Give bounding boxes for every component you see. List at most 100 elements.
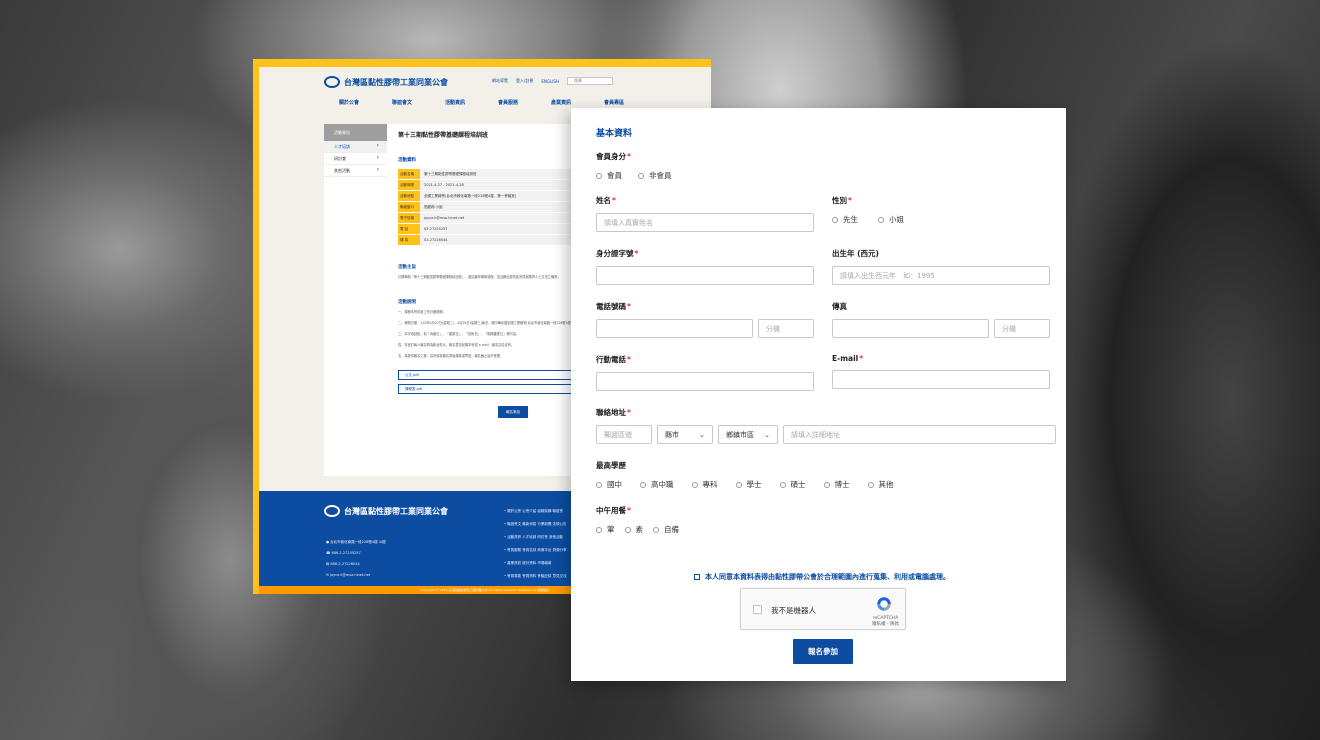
radio-circle-icon [823, 481, 830, 488]
mobile-input[interactable] [596, 372, 814, 391]
nav-item[interactable]: 產業資訊 [551, 99, 604, 106]
main-nav: 關於公會 聯誼會文 活動資訊 會員服務 產業資訊 會員專區 [339, 99, 657, 106]
email-input[interactable] [832, 370, 1050, 389]
name-label: 姓名* [596, 196, 616, 205]
membership-label: 會員身分* [596, 152, 631, 161]
fax-ext-input[interactable] [994, 319, 1050, 338]
radio-circle-icon [596, 172, 602, 179]
file-link[interactable]: 公文.pdf [398, 370, 588, 380]
nav-item[interactable]: 聯誼會文 [392, 99, 445, 106]
consent-text: 本人同意本資料表得由黏性膠帶公會於合理範圍內進行蒐集、利用或電腦處理。 [705, 573, 950, 581]
membership-group: 會員身分* 會員 非會員 [596, 151, 672, 181]
birth-year-input[interactable] [832, 266, 1050, 285]
radio-member[interactable]: 會員 [596, 170, 622, 181]
radio-circle-icon [779, 481, 786, 488]
radio-lunch-self[interactable]: 自備 [653, 524, 679, 535]
radio-edu-master[interactable]: 碩士 [779, 479, 806, 490]
footer-fax: ▤ 886-2-27226044 [326, 562, 360, 566]
district-select[interactable]: 鄉鎮市區 ⌄ [718, 425, 778, 444]
zip-input[interactable] [596, 425, 652, 444]
site-logo[interactable]: 台灣區黏性膠帶工業同業公會 [324, 76, 448, 88]
radio-lunch-meat[interactable]: 葷 [596, 524, 615, 535]
nav-item[interactable]: 會員專區 [604, 99, 657, 106]
phone-label: 電話號碼* [596, 302, 631, 311]
radio-circle-icon [735, 481, 742, 488]
name-input[interactable] [596, 213, 814, 232]
email-group: E-mail* [832, 354, 1050, 389]
nav-item[interactable]: 會員服務 [498, 99, 551, 106]
county-select[interactable]: 縣市 ⌄ [657, 425, 713, 444]
radio-edu-junior-high[interactable]: 國中 [596, 479, 622, 490]
radio-mr[interactable]: 先生 [832, 214, 858, 225]
sitemap-link[interactable]: 網站導覽 [492, 78, 508, 84]
gender-radios: 先生 小姐 [832, 214, 904, 225]
form-title: 基本資料 [596, 129, 633, 139]
radio-edu-bachelor[interactable]: 學士 [735, 479, 762, 490]
lunch-label: 中午用餐* [596, 506, 631, 515]
apply-button[interactable]: 報名參加 [498, 406, 528, 418]
radio-ms[interactable]: 小姐 [878, 214, 904, 225]
submit-button[interactable]: 報名參加 [793, 639, 853, 664]
education-label: 最高學歷 [596, 461, 626, 470]
recaptcha-widget: 我不是機器人 reCAPTCHA 隱私權 - 條款 [740, 588, 906, 630]
phone-ext-input[interactable] [758, 319, 814, 338]
radio-circle-icon [878, 216, 884, 223]
nav-item[interactable]: 關於公會 [339, 99, 392, 106]
name-group: 姓名* [596, 195, 814, 232]
footer-tel: ☎ 886-2-27255257 [326, 551, 361, 555]
sidebar-item-training[interactable]: 人才培訓 [324, 141, 387, 153]
captcha-label: 我不是機器人 [771, 606, 816, 615]
footer-contact: ● 台北市敦化南路一段226號4樓 4/樓 ☎ 886-2-27255257 ▤… [326, 537, 386, 581]
fax-group: 傳真 [832, 301, 1050, 338]
login-link[interactable]: 登入/註冊 [516, 78, 533, 84]
gender-label: 性別* [832, 196, 852, 205]
radio-edu-college[interactable]: 專科 [691, 479, 718, 490]
address-group: 聯絡地址* 縣市⌄ 鄉鎮市區⌄ [596, 407, 1056, 444]
checkbox-icon [694, 574, 700, 580]
fax-label: 傳真 [832, 302, 847, 311]
sidebar-item-other[interactable]: 其他活動 [324, 165, 387, 177]
captcha-brand: reCAPTCHA 隱私權 - 條款 [872, 616, 899, 627]
address-detail-input[interactable] [783, 425, 1056, 444]
radio-circle-icon [832, 216, 838, 223]
mobile-group: 行動電話* [596, 354, 814, 391]
registration-form: 基本資料 會員身分* 會員 非會員 姓名* 性別* 先生 小姐 身分證字號* 出… [571, 108, 1066, 681]
logo-icon [324, 505, 340, 517]
radio-circle-icon [867, 481, 874, 488]
education-group: 最高學歷 國中 高中職 專科 學士 碩士 博士 其他 [596, 460, 894, 490]
lunch-group: 中午用餐* 葷 素 自備 [596, 505, 679, 535]
radio-lunch-veg[interactable]: 素 [624, 524, 643, 535]
phone-input[interactable] [596, 319, 753, 338]
radio-edu-other[interactable]: 其他 [867, 479, 894, 490]
consent-checkbox[interactable]: 本人同意本資料表得由黏性膠帶公會於合理範圍內進行蒐集、利用或電腦處理。 [694, 572, 950, 582]
logo-icon [324, 76, 340, 88]
radio-edu-high-school[interactable]: 高中職 [640, 479, 674, 490]
file-link[interactable]: 課程表.pdf [398, 384, 588, 394]
address-label: 聯絡地址* [596, 408, 631, 417]
sidebar: 活動資訊 人才培訓 研討會 其他活動 [324, 124, 387, 177]
site-search-input[interactable]: 搜尋 [566, 77, 613, 85]
id-number-input[interactable] [596, 266, 814, 285]
fax-input[interactable] [832, 319, 989, 338]
gender-group: 性別* 先生 小姐 [832, 195, 904, 225]
radio-circle-icon [638, 172, 644, 179]
id-number-group: 身分證字號* [596, 248, 814, 285]
nav-item[interactable]: 活動資訊 [445, 99, 498, 106]
chevron-down-icon: ⌄ [699, 430, 705, 439]
membership-radios: 會員 非會員 [596, 170, 672, 181]
radio-circle-icon [640, 481, 646, 488]
radio-non-member[interactable]: 非會員 [638, 170, 672, 181]
phone-group: 電話號碼* [596, 301, 814, 338]
english-link[interactable]: ENGLISH [541, 79, 559, 84]
footer-links: • 關於公會 公會介紹 組織架構 聯誼會 • 聯誼會文 最新消息 行業新聞 法規… [504, 509, 567, 578]
sidebar-heading: 活動資訊 [324, 124, 387, 141]
captcha-checkbox[interactable] [753, 605, 762, 614]
mobile-label: 行動電話* [596, 355, 631, 364]
footer-logo: 台灣區黏性膠帶工業同業公會 [324, 505, 448, 517]
radio-circle-icon [653, 526, 659, 533]
top-links: 網站導覽 登入/註冊 ENGLISH 搜尋 [492, 77, 613, 85]
radio-circle-icon [596, 481, 602, 488]
radio-circle-icon [691, 481, 698, 488]
sidebar-item-seminar[interactable]: 研討會 [324, 153, 387, 165]
radio-edu-phd[interactable]: 博士 [823, 479, 850, 490]
